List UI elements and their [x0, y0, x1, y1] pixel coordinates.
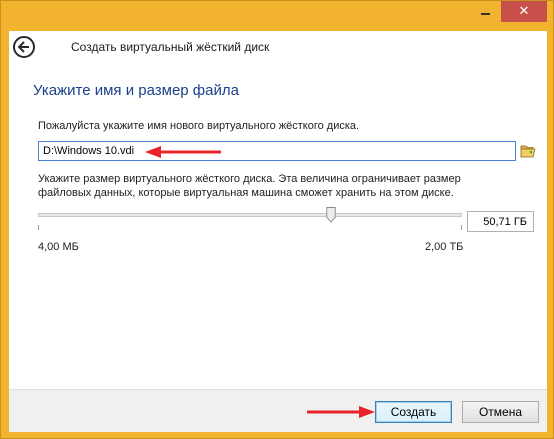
back-button[interactable] [13, 36, 35, 58]
wizard-content: Укажите имя и размер файла Пожалуйста ук… [9, 69, 547, 389]
close-icon: ✕ [518, 4, 530, 19]
folder-open-icon [520, 145, 536, 158]
dialog-window: ✕ Создать виртуальный жёсткий диск Укажи… [0, 0, 554, 439]
choose-file-button[interactable] [520, 143, 536, 159]
max-size-label: 2,00 ТБ [425, 241, 464, 253]
create-button[interactable]: Создать [375, 401, 452, 423]
slider-ticks [38, 225, 462, 230]
minimize-button[interactable] [471, 1, 499, 22]
slider-track [38, 213, 462, 217]
size-input[interactable] [467, 211, 534, 232]
file-size-prompt: Укажите размер виртуального жёсткого дис… [38, 173, 461, 199]
file-name-prompt: Пожалуйста укажите имя нового виртуально… [38, 120, 360, 132]
minimize-icon [480, 12, 490, 15]
file-name-input[interactable] [38, 141, 516, 161]
back-arrow-icon [18, 41, 29, 53]
section-title: Укажите имя и размер файла [33, 82, 239, 99]
min-size-label: 4,00 МБ [38, 241, 79, 253]
size-slider[interactable] [38, 207, 462, 230]
button-bar: Создать Отмена [9, 389, 547, 432]
page-title: Создать виртуальный жёсткий диск [71, 40, 270, 54]
title-bar[interactable]: ✕ [1, 1, 553, 31]
slider-thumb[interactable] [326, 207, 336, 223]
wizard-header: Создать виртуальный жёсткий диск [9, 31, 547, 69]
close-button[interactable]: ✕ [501, 1, 547, 22]
cancel-button[interactable]: Отмена [462, 401, 539, 423]
